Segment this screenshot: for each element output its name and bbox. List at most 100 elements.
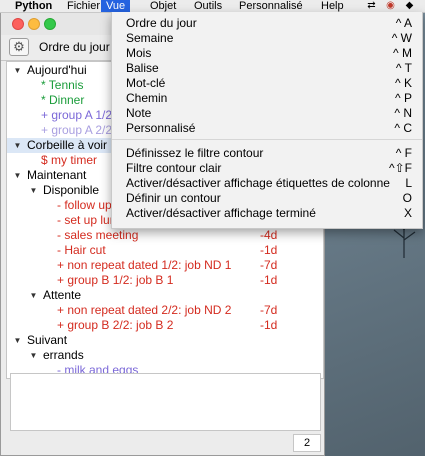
disclosure-triangle-icon[interactable]: ▼ (13, 168, 22, 183)
tree-row-label: - sales meeting (57, 228, 139, 242)
tree-row-due: -1d (260, 243, 278, 257)
disclosure-triangle-icon[interactable]: ▼ (29, 183, 38, 198)
menu-item[interactable]: Personnalisé ^ C (112, 121, 422, 136)
menu-item-label: Activer/désactiver affichage étiquettes … (126, 176, 390, 190)
menu-item-label: Mois (126, 46, 152, 60)
tree-row-label: - follow up (57, 198, 112, 212)
menu-item[interactable]: Ordre du jour ^ A (112, 16, 422, 31)
tree-row-label: Aujourd'hui (27, 63, 87, 77)
menu-item-shortcut: ^ K (395, 76, 412, 90)
tree-row-label: + non repeat dated 1/2: job ND 1 (57, 258, 232, 272)
menu-item-shortcut: ^ N (394, 106, 412, 120)
menu-item-label: Note (126, 106, 152, 120)
menu-item-shortcut: X (403, 206, 412, 220)
tree-row-label: + group A 1/2: (41, 108, 116, 122)
menu-item-shortcut: ^ P (395, 91, 412, 105)
tree-row[interactable]: ▼ errands (7, 348, 323, 363)
tree-row-due: -1d (260, 318, 278, 332)
gear-icon[interactable]: ⚙ (9, 38, 29, 56)
menu-item-label: Personnalisé (126, 121, 196, 135)
tree-row[interactable]: + non repeat dated 1/2: job ND 1 -7d (7, 258, 323, 273)
status-bar: 2 (1, 431, 324, 455)
close-button[interactable] (12, 18, 24, 30)
tree-row[interactable]: ▼ Suivant (7, 333, 323, 348)
tree-row-label: + group A 2/2: (41, 123, 116, 137)
disclosure-triangle-icon[interactable]: ▼ (29, 288, 38, 303)
menu-item-shortcut: ^ F (395, 146, 412, 160)
menu-item[interactable]: Activer/désactiver affichage étiquettes … (112, 176, 422, 191)
item-count: 2 (293, 434, 321, 452)
menu-item-label: Ordre du jour (126, 16, 197, 30)
menu-item-label: Activer/désactiver affichage terminé (126, 206, 316, 220)
disclosure-triangle-icon[interactable]: ▼ (13, 333, 22, 348)
menu-item[interactable]: Balise ^ T (112, 61, 422, 76)
tree-row-label: Corbeille à voir (27, 138, 108, 152)
disclosure-triangle-icon[interactable]: ▼ (13, 63, 22, 78)
tree-row-label: * Dinner (41, 93, 85, 107)
menu-separator (112, 139, 422, 140)
tree-row[interactable]: - Hair cut -1d (7, 243, 323, 258)
menu-item[interactable]: Chemin ^ P (112, 91, 422, 106)
menu-item-label: Définissez le filtre contour (126, 146, 264, 160)
menu-item[interactable]: Mois ^ M (112, 46, 422, 61)
notes-area[interactable] (10, 373, 321, 431)
dropbox-icon[interactable]: ◆ (404, 0, 415, 11)
timer-icon[interactable]: ◉ (385, 0, 396, 11)
disclosure-triangle-icon[interactable]: ▼ (29, 348, 38, 363)
menu-item-label: Chemin (126, 91, 168, 105)
vue-dropdown-menu: Ordre du jour ^ A Semaine ^ W Mois ^ M Balise ^… (111, 12, 423, 229)
tree-row-label: Maintenant (27, 168, 87, 182)
menu-item[interactable]: Définissez le filtre contour ^ F (112, 146, 422, 161)
tray-status-icon[interactable]: ⇄ (366, 0, 377, 11)
menu-item[interactable]: Mot-clé ^ K (112, 76, 422, 91)
menu-fichier[interactable]: Fichier (66, 0, 101, 12)
tree-row-label: - Hair cut (57, 243, 106, 257)
tree-row-label: * Tennis (41, 78, 84, 92)
tree-row-label: + group B 2/2: job B 2 (57, 318, 174, 332)
menu-item-label: Semaine (126, 31, 174, 45)
tree-row-label: errands (43, 348, 84, 362)
tree-row[interactable]: + group B 1/2: job B 1 -1d (7, 273, 323, 288)
menu-outils[interactable]: Outils (193, 0, 223, 12)
menu-item-label: Balise (126, 61, 159, 75)
menu-app-name[interactable]: Python (14, 0, 53, 12)
menu-personnalise[interactable]: Personnalisé (238, 0, 304, 12)
menu-item-shortcut: ^ A (395, 16, 412, 30)
menu-item[interactable]: Note ^ N (112, 106, 422, 121)
menu-objet[interactable]: Objet (149, 0, 177, 12)
menu-item-shortcut: O (402, 191, 412, 205)
menu-item-shortcut: ^ W (391, 31, 412, 45)
menu-vue[interactable]: Vue (101, 0, 131, 12)
menu-item-shortcut: ^⇧F (388, 161, 412, 175)
menu-item[interactable]: Filtre contour clair ^⇧F (112, 161, 422, 176)
menu-item[interactable]: Définir un contour O (112, 191, 422, 206)
menu-item-label: Définir un contour (126, 191, 221, 205)
tree-row-due: -4d (260, 228, 278, 242)
disclosure-triangle-icon[interactable]: ▼ (13, 138, 22, 153)
view-title[interactable]: Ordre du jour (39, 40, 110, 54)
tree-row-label: Attente (43, 288, 82, 302)
tree-row-label: $ my timer (41, 153, 98, 167)
menu-item-shortcut: ^ T (395, 61, 412, 75)
tree-row-label: + non repeat dated 2/2: job ND 2 (57, 303, 232, 317)
menu-item[interactable]: Activer/désactiver affichage terminé X (112, 206, 422, 221)
menu-item-shortcut: L (405, 176, 412, 190)
tree-row-due: -7d (260, 303, 278, 317)
menu-item-shortcut: ^ M (393, 46, 412, 60)
menu-item-label: Filtre contour clair (126, 161, 222, 175)
tree-row[interactable]: ▼ Attente (7, 288, 323, 303)
tree-row-label: - set up lun (57, 213, 117, 227)
zoom-button[interactable] (44, 18, 56, 30)
menu-item[interactable]: Semaine ^ W (112, 31, 422, 46)
menu-help[interactable]: Help (320, 0, 345, 12)
tree-row[interactable]: + non repeat dated 2/2: job ND 2 -7d (7, 303, 323, 318)
tree-row-label: Disponible (43, 183, 100, 197)
tree-row[interactable]: - sales meeting -4d (7, 228, 323, 243)
minimize-button[interactable] (28, 18, 40, 30)
tree-row-label: Suivant (27, 333, 68, 347)
tree-row-label: + group B 1/2: job B 1 (57, 273, 174, 287)
tree-row[interactable]: + group B 2/2: job B 2 -1d (7, 318, 323, 333)
tree-row-due: -7d (260, 258, 278, 272)
menu-item-label: Mot-clé (126, 76, 166, 90)
tree-row-due: -1d (260, 273, 278, 287)
